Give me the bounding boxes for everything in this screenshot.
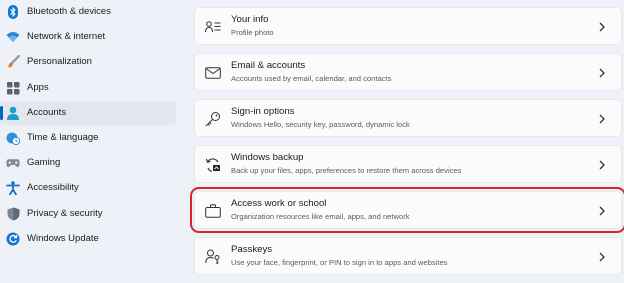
setting-card-windows-backup[interactable]: Windows backup Back up your files, apps,… — [194, 145, 622, 183]
shield-icon — [6, 207, 20, 221]
setting-card-your-info[interactable]: Your info Profile photo — [194, 7, 622, 45]
sidebar-item-label: Privacy & security — [27, 208, 103, 219]
card-title: Email & accounts — [231, 60, 306, 71]
sidebar-item-network-internet[interactable]: Network & internet — [0, 25, 176, 49]
navigation-sidebar: Bluetooth & devices Network & internet P… — [0, 0, 184, 283]
sidebar-item-label: Network & internet — [27, 31, 106, 42]
chevron-right-icon — [599, 22, 605, 32]
chevron-right-icon — [599, 114, 605, 124]
card-title: Sign-in options — [231, 106, 295, 117]
update-icon — [6, 232, 20, 246]
chevron-right-icon — [599, 160, 605, 170]
sidebar-item-accessibility[interactable]: Accessibility — [0, 176, 176, 200]
setting-card-access-work-or-school[interactable]: Access work or school Organization resou… — [190, 187, 624, 233]
person-info-icon — [204, 18, 222, 36]
sidebar-item-apps[interactable]: Apps — [0, 76, 176, 100]
card-subtitle: Use your face, fingerprint, or PIN to si… — [231, 258, 448, 267]
sidebar-item-windows-update[interactable]: Windows Update — [0, 227, 176, 251]
card-subtitle: Accounts used by email, calendar, and co… — [231, 74, 392, 83]
card-subtitle: Profile photo — [231, 28, 274, 37]
sidebar-item-bluetooth-devices[interactable]: Bluetooth & devices — [0, 0, 176, 24]
card-title: Passkeys — [231, 244, 273, 255]
key-icon — [204, 110, 222, 128]
briefcase-icon — [204, 202, 222, 220]
chevron-right-icon — [599, 206, 605, 216]
sidebar-item-label: Bluetooth & devices — [27, 6, 111, 17]
sidebar-item-label: Gaming — [27, 157, 61, 168]
sidebar-item-label: Personalization — [27, 56, 92, 67]
setting-card-email-accounts[interactable]: Email & accounts Accounts used by email,… — [194, 53, 622, 91]
sidebar-item-privacy-security[interactable]: Privacy & security — [0, 202, 176, 226]
sidebar-item-personalization[interactable]: Personalization — [0, 50, 176, 74]
sidebar-item-label: Apps — [27, 82, 49, 93]
chevron-right-icon — [599, 252, 605, 262]
apps-icon — [6, 81, 20, 95]
chevron-right-icon — [599, 68, 605, 78]
sidebar-item-gaming[interactable]: Gaming — [0, 151, 176, 175]
sidebar-item-label: Windows Update — [27, 233, 99, 244]
globe-clock-icon — [6, 131, 20, 145]
bluetooth-icon — [6, 5, 20, 19]
gamepad-icon — [6, 156, 20, 170]
card-subtitle: Organization resources like email, apps,… — [231, 212, 410, 221]
setting-card-passkeys[interactable]: Passkeys Use your face, fingerprint, or … — [194, 237, 622, 275]
card-subtitle: Back up your files, apps, preferences to… — [231, 166, 462, 175]
backup-icon — [204, 156, 222, 174]
card-subtitle: Windows Hello, security key, password, d… — [231, 120, 410, 129]
sidebar-item-label: Accessibility — [27, 182, 79, 193]
mail-icon — [204, 64, 222, 82]
sidebar-item-label: Time & language — [27, 132, 99, 143]
sidebar-item-time-language[interactable]: Time & language — [0, 126, 176, 150]
card-title: Windows backup — [231, 152, 304, 163]
setting-card-sign-in-options[interactable]: Sign-in options Windows Hello, security … — [194, 99, 622, 137]
accessibility-icon — [6, 181, 20, 195]
accounts-icon — [6, 106, 20, 120]
brush-icon — [6, 55, 20, 69]
passkey-icon — [204, 248, 222, 266]
selection-indicator — [0, 106, 3, 120]
wifi-icon — [6, 30, 20, 44]
sidebar-item-label: Accounts — [27, 107, 67, 118]
card-title: Your info — [231, 14, 269, 25]
card-title: Access work or school — [231, 198, 327, 209]
sidebar-item-accounts[interactable]: Accounts — [0, 101, 176, 125]
